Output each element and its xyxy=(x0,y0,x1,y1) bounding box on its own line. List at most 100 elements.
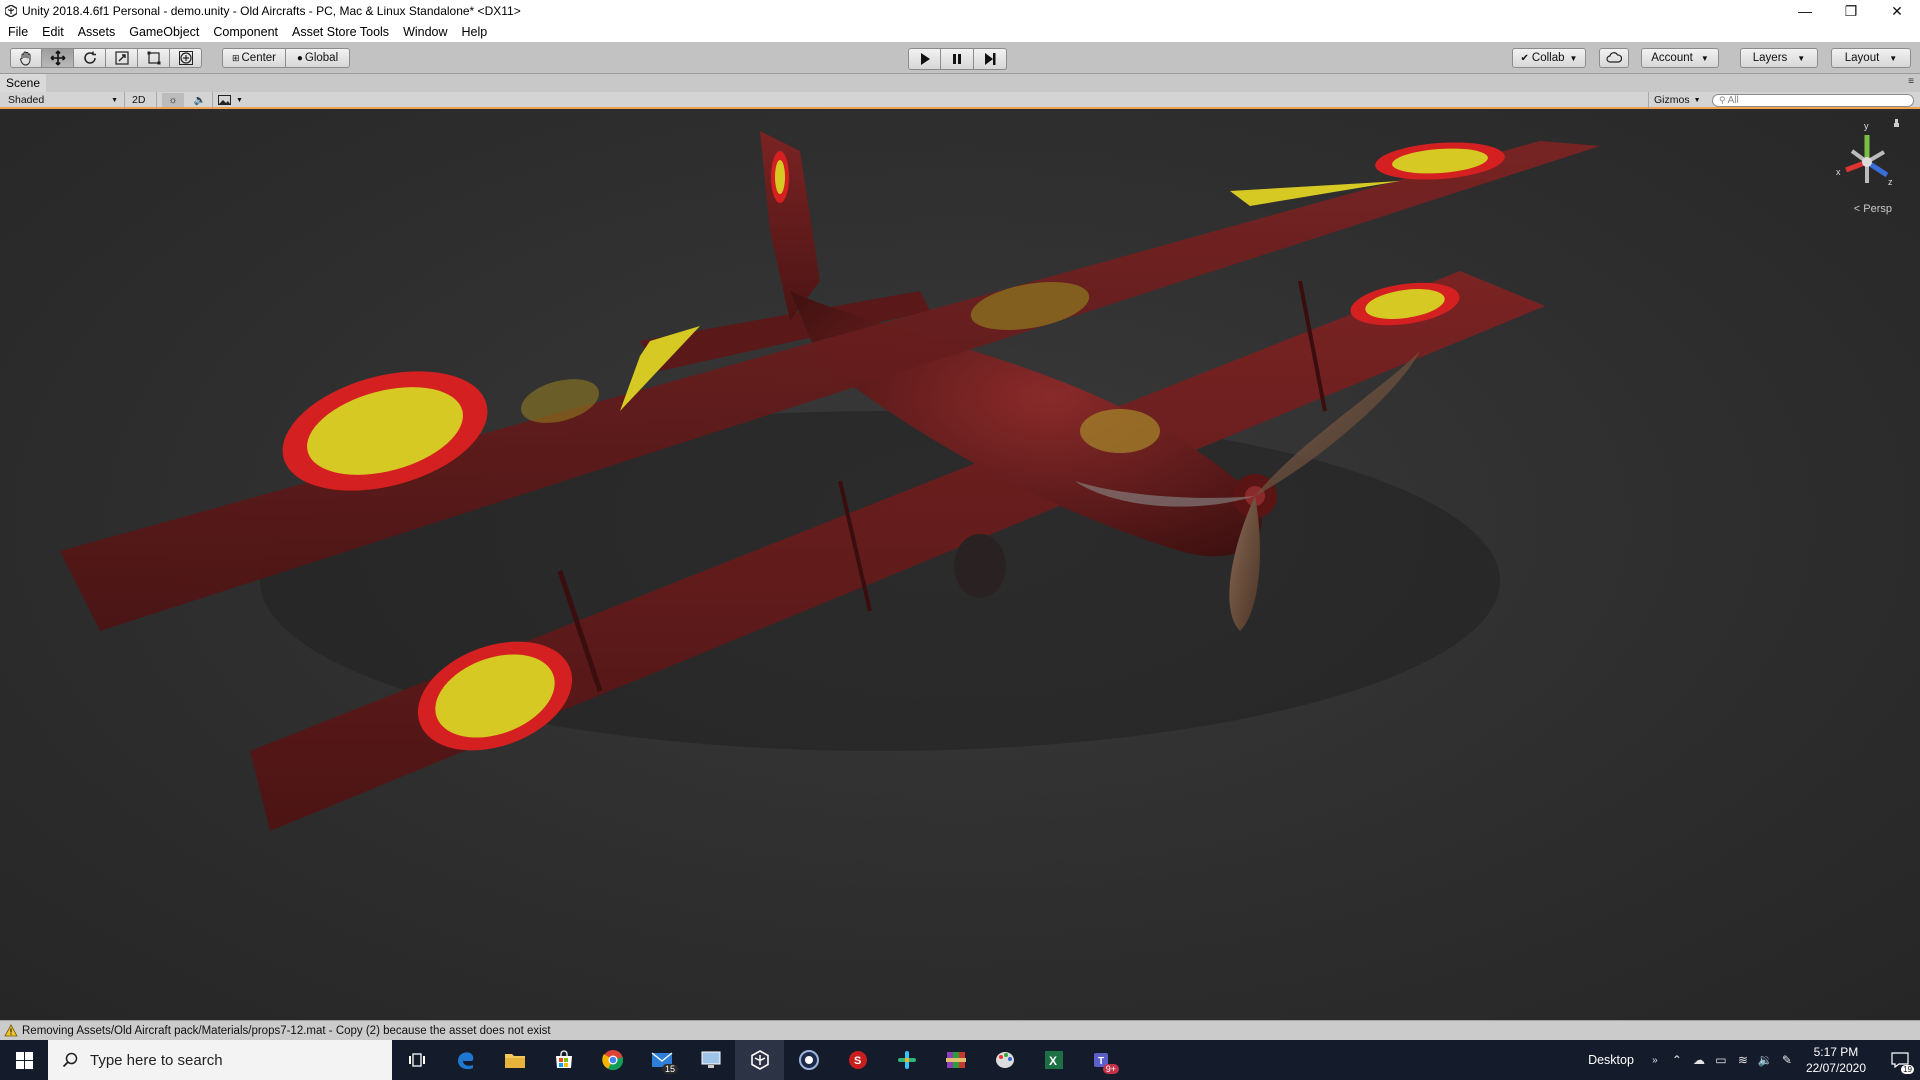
pivot-center-button[interactable]: ⊞ Center xyxy=(222,48,286,68)
svg-text:T: T xyxy=(1098,1056,1104,1067)
projection-toggle[interactable]: < Persp xyxy=(1854,203,1892,215)
close-button[interactable]: ✕ xyxy=(1874,0,1920,22)
tab-scene[interactable]: Scene xyxy=(0,74,47,92)
space-global-button[interactable]: ● Global xyxy=(286,48,350,68)
chevron-up-icon[interactable]: ⌃ xyxy=(1666,1053,1688,1067)
excel-app[interactable]: X xyxy=(1029,1040,1078,1080)
chevron-down-icon: ▼ xyxy=(1889,53,1898,63)
biplane-model xyxy=(60,131,1600,831)
play-button[interactable] xyxy=(908,48,941,70)
collab-group: ✔ Collab ▼ xyxy=(1512,48,1586,68)
tab-menu-icon[interactable]: ≡ xyxy=(1908,76,1914,87)
unity-app[interactable] xyxy=(735,1040,784,1080)
unity-logo-icon xyxy=(0,0,22,22)
substance-app[interactable]: S xyxy=(833,1040,882,1080)
pause-button[interactable] xyxy=(941,48,974,70)
step-button[interactable] xyxy=(974,48,1007,70)
menu-asset-store-tools[interactable]: Asset Store Tools xyxy=(292,25,389,39)
menu-edit[interactable]: Edit xyxy=(42,25,64,39)
layers-dropdown[interactable]: Layers ▼ xyxy=(1740,48,1818,68)
search-icon: ⚲ xyxy=(1719,95,1726,105)
collab-label: Collab xyxy=(1531,52,1565,64)
toggle-2d-button[interactable]: 2D xyxy=(132,93,145,107)
mail-app[interactable]: 15 xyxy=(637,1040,686,1080)
double-chevron-icon[interactable]: » xyxy=(1644,1055,1666,1066)
axis-z-label: z xyxy=(1888,177,1893,187)
rect-tool-button[interactable] xyxy=(138,48,170,68)
hand-tool-button[interactable] xyxy=(10,48,42,68)
scale-tool-button[interactable] xyxy=(106,48,138,68)
mode-2d-label: 2D xyxy=(132,94,146,106)
notification-count: 19 xyxy=(1901,1065,1914,1074)
battery-icon[interactable]: ▭ xyxy=(1710,1053,1732,1067)
mail-badge: 15 xyxy=(661,1064,678,1074)
remote-desktop-app[interactable] xyxy=(686,1040,735,1080)
axis-x-label: x xyxy=(1836,167,1841,177)
onedrive-icon[interactable]: ☁ xyxy=(1688,1053,1710,1067)
menu-file[interactable]: File xyxy=(8,25,28,39)
pause-icon xyxy=(953,54,961,64)
chevron-down-icon: ▼ xyxy=(1797,53,1806,63)
paint-app[interactable] xyxy=(980,1040,1029,1080)
search-placeholder: All xyxy=(1727,95,1739,106)
desktop-toolbar-label[interactable]: Desktop xyxy=(1588,1053,1634,1067)
cinema4d-icon xyxy=(798,1050,819,1070)
menu-window[interactable]: Window xyxy=(403,25,447,39)
menu-assets[interactable]: Assets xyxy=(78,25,116,39)
start-button[interactable] xyxy=(0,1040,48,1080)
cloud-button[interactable] xyxy=(1599,48,1629,68)
system-tray: Desktop » ⌃ ☁ ▭ ≋ 🔉 ✎ 5:17 PM 22/07/2020… xyxy=(1588,1040,1920,1080)
menu-gameobject[interactable]: GameObject xyxy=(129,25,199,39)
store-app[interactable] xyxy=(539,1040,588,1080)
transform-tools xyxy=(10,48,202,68)
menu-component[interactable]: Component xyxy=(213,25,278,39)
layout-dropdown[interactable]: Layout ▼ xyxy=(1831,48,1911,68)
cinema4d-app[interactable] xyxy=(784,1040,833,1080)
account-dropdown[interactable]: Account ▼ xyxy=(1641,48,1719,68)
scene-search-input[interactable]: ⚲ All xyxy=(1712,94,1914,107)
chrome-icon xyxy=(601,1050,623,1071)
file-explorer-app[interactable] xyxy=(490,1040,539,1080)
gizmos-dropdown[interactable]: Gizmos ▼ xyxy=(1654,93,1701,107)
rotate-tool-button[interactable] xyxy=(74,48,106,68)
move-tool-button[interactable] xyxy=(42,48,74,68)
scene-viewport[interactable]: y x z < Persp xyxy=(0,111,1920,1020)
pivot-toggles: ⊞ Center ● Global xyxy=(222,48,350,68)
minimize-button[interactable]: — xyxy=(1782,0,1828,22)
lighting-toggle[interactable]: ☼ xyxy=(162,93,184,107)
transform-tool-button[interactable] xyxy=(170,48,202,68)
layers-group: Layers ▼ xyxy=(1740,48,1818,68)
wifi-icon[interactable]: ≋ xyxy=(1732,1053,1754,1067)
chevron-down-icon: ▼ xyxy=(111,96,118,104)
teams-app[interactable]: T 9+ xyxy=(1078,1040,1127,1080)
volume-icon[interactable]: 🔉 xyxy=(1754,1053,1776,1067)
winrar-app[interactable] xyxy=(931,1040,980,1080)
slack-app[interactable] xyxy=(882,1040,931,1080)
warning-icon xyxy=(4,1024,18,1037)
move-arrows-icon xyxy=(50,50,65,66)
pinned-apps: 15 S X T 9+ xyxy=(392,1040,1127,1080)
draw-mode-label: Shaded xyxy=(8,94,45,106)
menu-help[interactable]: Help xyxy=(462,25,488,39)
clock[interactable]: 5:17 PM 22/07/2020 xyxy=(1806,1044,1866,1076)
notification-center-button[interactable]: 19 xyxy=(1880,1040,1920,1080)
chrome-app[interactable] xyxy=(588,1040,637,1080)
scale-icon xyxy=(114,51,129,65)
draw-mode-dropdown[interactable]: Shaded ▼ xyxy=(8,93,118,107)
palette-icon xyxy=(995,1052,1014,1068)
play-controls xyxy=(908,48,1007,70)
audio-toggle[interactable]: 🔈 xyxy=(190,93,210,107)
edge-app[interactable] xyxy=(441,1040,490,1080)
check-circle-icon: ✔ xyxy=(1520,52,1529,64)
effects-dropdown[interactable]: ▼ xyxy=(218,93,246,107)
maximize-button[interactable]: ❐ xyxy=(1828,0,1874,22)
taskbar-search-input[interactable]: Type here to search xyxy=(48,1040,392,1080)
substance-icon: S xyxy=(848,1051,867,1069)
pen-icon[interactable]: ✎ xyxy=(1776,1053,1798,1067)
collab-dropdown[interactable]: ✔ Collab ▼ xyxy=(1512,48,1586,68)
layers-label: Layers xyxy=(1752,52,1788,64)
scene-tab-bar: Scene ≡ xyxy=(0,74,1920,92)
axis-y-label: y xyxy=(1864,121,1869,131)
console-status-bar[interactable]: Removing Assets/Old Aircraft pack/Materi… xyxy=(0,1020,1920,1040)
task-view-button[interactable] xyxy=(392,1040,441,1080)
